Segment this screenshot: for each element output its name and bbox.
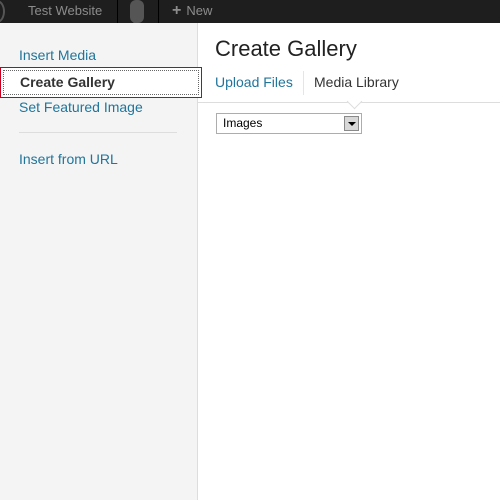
menu-item-create-gallery[interactable]: Create Gallery xyxy=(0,67,202,98)
comment-bubble-icon[interactable] xyxy=(130,0,144,27)
admin-bar-divider xyxy=(158,0,159,23)
tab-media-library[interactable]: Media Library xyxy=(314,73,399,91)
router-tabs: Upload Files Media Library xyxy=(198,66,500,110)
active-tab-caret xyxy=(346,93,363,110)
page-title: Create Gallery xyxy=(215,36,357,61)
chevron-down-icon[interactable] xyxy=(344,116,359,131)
menu-item-set-featured-image[interactable]: Set Featured Image xyxy=(19,98,143,116)
wordpress-logo-icon[interactable] xyxy=(0,0,5,23)
media-sidebar: Insert Media Create Gallery Set Featured… xyxy=(0,23,202,500)
tab-divider xyxy=(303,71,304,95)
admin-bar-divider xyxy=(117,0,118,23)
sidebar-separator xyxy=(19,132,177,133)
plus-icon: + xyxy=(172,2,182,19)
menu-item-insert-from-url[interactable]: Insert from URL xyxy=(19,150,118,168)
media-type-filter-select[interactable]: Images xyxy=(216,113,362,134)
new-label: New xyxy=(186,3,213,18)
menu-item-insert-media[interactable]: Insert Media xyxy=(19,46,96,64)
tab-upload-files[interactable]: Upload Files xyxy=(215,73,293,91)
filter-selected-value: Images xyxy=(223,116,263,130)
menu-item-create-gallery-label: Create Gallery xyxy=(20,74,115,90)
site-name-link[interactable]: Test Website xyxy=(28,0,102,23)
admin-bar: Test Website + New xyxy=(0,0,500,27)
new-content-button[interactable]: + New xyxy=(172,0,212,23)
